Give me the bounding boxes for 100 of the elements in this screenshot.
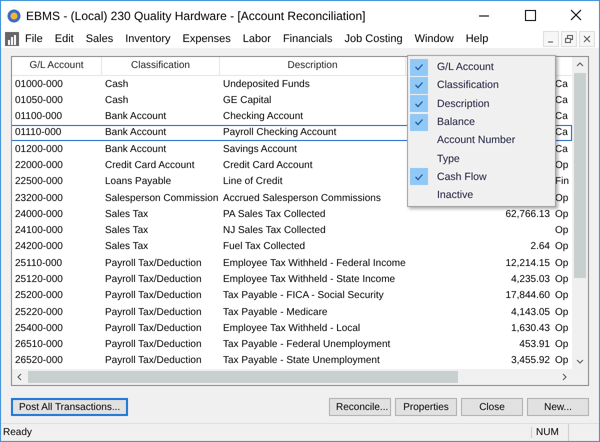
table-cell-text: Op — [554, 354, 570, 368]
menu-item[interactable]: Classification — [408, 76, 555, 95]
table-cell-text: Sales Tax — [104, 208, 150, 222]
table-cell-text: Employee Tax Withheld - Local — [222, 322, 362, 336]
menu-item[interactable]: Job Costing — [338, 32, 409, 46]
restore-icon[interactable] — [561, 31, 577, 47]
table-cell-text: Tax Payable - FICA - Social Security — [222, 289, 385, 304]
menu-item[interactable]: Description — [408, 94, 555, 113]
table-cell-text: Ca — [554, 142, 569, 157]
menu-item[interactable]: Financials — [276, 32, 338, 46]
table-cell[interactable]: 25200-000 — [12, 288, 102, 304]
table-cell-text: Op — [554, 306, 570, 320]
table-cell[interactable]: 25110-000 — [12, 255, 102, 272]
table-cell-text: Savings Account — [222, 142, 298, 157]
horizontal-scrollbar[interactable] — [12, 369, 588, 385]
menu-item[interactable]: Sales — [80, 32, 120, 46]
table-cell-text: 12,214.15 — [504, 256, 551, 271]
check-icon — [414, 62, 424, 72]
table-cell-text: Cash — [104, 94, 130, 108]
table-cell-text: 4,235.03 — [510, 273, 551, 288]
table-cell[interactable]: 24000-000 — [12, 206, 102, 223]
table-cell[interactable]: 26520-000 — [12, 352, 102, 369]
table-cell[interactable]: 25220-000 — [12, 304, 102, 320]
table-cell-text: Ca — [554, 110, 569, 124]
table-cell-text: Loans Payable — [104, 175, 172, 190]
table-cell-text: Ca — [554, 78, 569, 92]
table-cell-text: Sales Tax — [104, 224, 150, 238]
action-button[interactable]: New... — [527, 398, 589, 416]
table-cell-text: 4,143.05 — [510, 306, 551, 320]
menu-item[interactable]: G/L Account — [408, 58, 555, 76]
table-cell-text: Line of Credit — [222, 175, 284, 190]
table-cell[interactable]: 01100-000 — [12, 108, 102, 125]
check-icon — [414, 80, 424, 90]
table-cell-text: Payroll Tax/Deduction — [104, 306, 203, 320]
vertical-scrollbar[interactable] — [572, 57, 588, 369]
table-cell[interactable]: 24100-000 — [12, 222, 102, 239]
column-header[interactable]: Description — [220, 57, 406, 75]
menu-item[interactable]: Type — [408, 149, 555, 168]
menu-item[interactable]: Edit — [48, 32, 80, 46]
table-cell-text: Cash — [104, 78, 130, 92]
menu-item[interactable]: Inventory — [119, 32, 176, 46]
table-cell-text: Op — [554, 273, 570, 288]
table-cell-text: Sales Tax — [104, 240, 150, 254]
table-cell-text: Employee Tax Withheld - State Income — [222, 273, 396, 288]
table-cell-text: Payroll Tax/Deduction — [104, 322, 203, 336]
table-cell[interactable]: 01000-000 — [12, 76, 102, 92]
check-icon — [414, 117, 424, 128]
table-cell[interactable]: 24200-000 — [12, 238, 102, 256]
table-cell-text: Tax Payable - Federal Unemployment — [222, 338, 392, 352]
table-cell-text: Payroll Tax/Deduction — [104, 273, 203, 288]
menu-item[interactable]: Expenses — [176, 32, 237, 46]
table-cell-text: Payroll Tax/Deduction — [104, 256, 203, 271]
menu-item[interactable]: Labor — [236, 32, 277, 46]
menu-item[interactable]: Help — [460, 32, 494, 46]
table-cell-text: Payroll Tax/Deduction — [104, 338, 203, 352]
chart-icon[interactable] — [5, 32, 19, 46]
post-button[interactable]: Post All Transactions... — [11, 398, 128, 416]
num-lock-indicator: NUM — [531, 427, 568, 438]
menu-item[interactable]: Window — [408, 32, 460, 46]
table-cell-text: NJ Sales Tax Collected — [222, 224, 327, 238]
table-cell: Bank Account — [102, 124, 220, 142]
table-cell-text: Op — [554, 289, 570, 304]
table-cell[interactable]: 22000-000 — [12, 157, 102, 174]
table-cell-text: Ca — [554, 94, 569, 108]
action-button[interactable]: Properties — [395, 398, 457, 416]
close-icon[interactable] — [579, 31, 595, 47]
table-cell[interactable]: 01110-000 — [12, 124, 102, 142]
table-cell-text: GE Capital — [222, 94, 272, 108]
table-cell-text: Op — [554, 240, 570, 254]
table-cell-text: Op — [554, 338, 570, 352]
table-cell-text: Op — [554, 256, 570, 271]
table-cell-text: Credit Card Account — [104, 159, 196, 174]
action-button[interactable]: Reconcile... — [329, 398, 391, 416]
table-cell[interactable]: 25120-000 — [12, 271, 102, 288]
table-cell-text: Bank Account — [104, 142, 168, 157]
table-cell[interactable]: 25400-000 — [12, 320, 102, 336]
table-cell-text: 3,455.92 — [510, 354, 551, 368]
table-cell-text: Checking Account — [222, 110, 304, 124]
table-cell-text: Salesperson Commission — [104, 192, 220, 206]
table-cell-text: Op — [554, 322, 570, 336]
table-cell[interactable]: 23200-000 — [12, 190, 102, 206]
table-cell[interactable]: 01200-000 — [12, 141, 102, 158]
table-cell-text: Op — [554, 192, 570, 206]
check-icon — [414, 172, 424, 182]
check-icon — [414, 98, 424, 109]
table-cell[interactable]: 22500-000 — [12, 174, 102, 190]
menu-item[interactable]: File — [19, 32, 49, 46]
table-cell-text: 1,630.43 — [510, 322, 551, 336]
menu-item[interactable]: Cash Flow — [408, 168, 555, 186]
action-button[interactable]: Close — [461, 398, 523, 416]
table-cell-text: Tax Payable - Medicare — [222, 306, 328, 320]
table-cell-text: Payroll Tax/Deduction — [104, 289, 203, 304]
table-cell[interactable]: 01050-000 — [12, 92, 102, 109]
menu-item[interactable]: Account Number — [408, 131, 555, 150]
column-header[interactable]: Classification — [102, 57, 220, 75]
menu-item[interactable]: Inactive — [408, 186, 555, 204]
table-cell-text: 2.64 — [530, 240, 551, 254]
table-cell[interactable]: 26510-000 — [12, 336, 102, 353]
column-header[interactable]: G/L Account — [12, 57, 102, 75]
menu-item[interactable]: Balance — [408, 112, 555, 132]
